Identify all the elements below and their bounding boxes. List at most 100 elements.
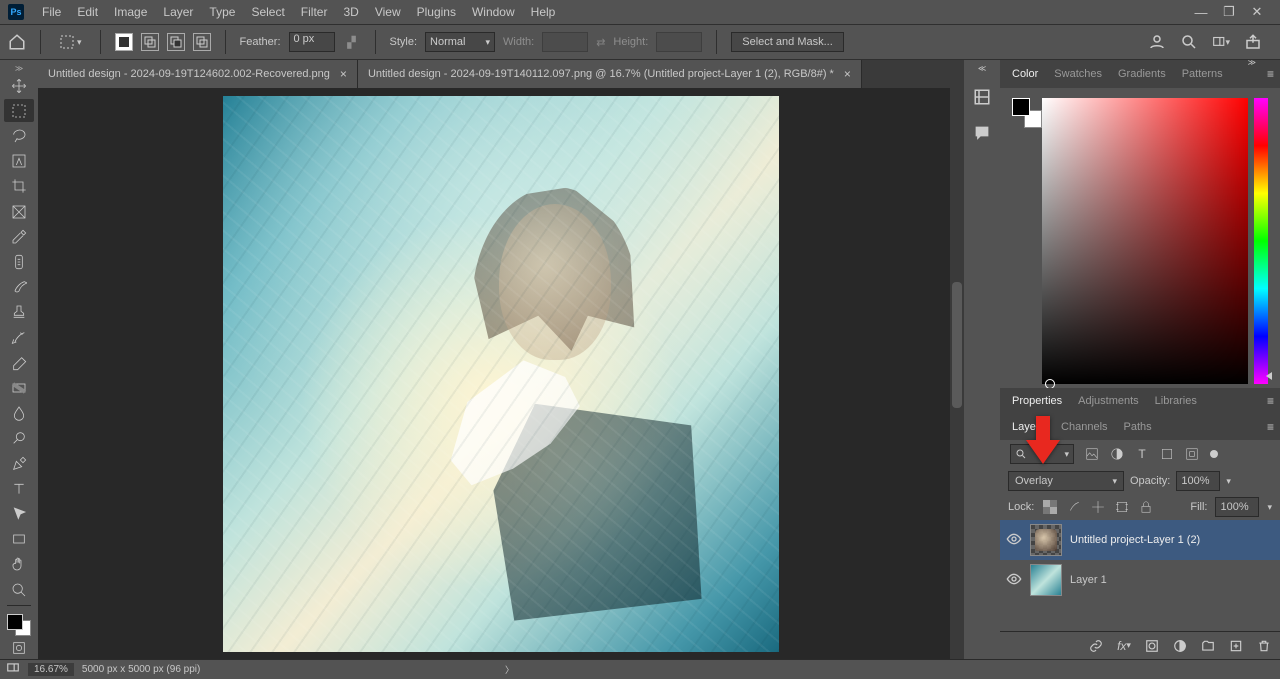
tab-close-icon[interactable]: × xyxy=(844,67,851,81)
layer-row[interactable]: Layer 1 xyxy=(1000,560,1280,600)
tool-preset-dropdown[interactable]: ▾ xyxy=(55,32,86,52)
maximize-button[interactable]: ❐ xyxy=(1222,5,1236,19)
stamp-tool[interactable] xyxy=(4,301,34,324)
tab-gradients[interactable]: Gradients xyxy=(1118,68,1166,80)
zoom-level[interactable]: 16.67% xyxy=(28,663,74,676)
layer-thumbnail[interactable] xyxy=(1030,564,1062,596)
select-and-mask-button[interactable]: Select and Mask... xyxy=(731,32,844,52)
group-layers-icon[interactable] xyxy=(1200,638,1216,654)
document-info-menu-icon[interactable]: 〉 xyxy=(505,663,514,676)
adjustment-layer-icon[interactable] xyxy=(1172,638,1188,654)
crop-tool[interactable] xyxy=(4,175,34,198)
tab-properties[interactable]: Properties xyxy=(1012,395,1062,407)
tab-adjustments[interactable]: Adjustments xyxy=(1078,395,1139,407)
rectangle-tool[interactable] xyxy=(4,528,34,551)
color-foreground-background-swatch[interactable] xyxy=(1012,98,1036,122)
document-info[interactable]: 5000 px x 5000 px (96 ppi) xyxy=(82,664,200,675)
menu-file[interactable]: File xyxy=(34,5,69,19)
tools-collapse-icon[interactable]: ≫ xyxy=(15,64,23,72)
minimize-button[interactable]: — xyxy=(1194,5,1208,19)
panel-menu-icon[interactable]: ≡ xyxy=(1267,67,1274,81)
selection-add-icon[interactable] xyxy=(141,33,159,51)
layer-style-icon[interactable]: fx▾ xyxy=(1116,638,1132,654)
tab-patterns[interactable]: Patterns xyxy=(1182,68,1223,80)
object-select-tool[interactable] xyxy=(4,150,34,173)
layer-row[interactable]: Untitled project-Layer 1 (2) xyxy=(1000,520,1280,560)
new-layer-icon[interactable] xyxy=(1228,638,1244,654)
document-tab[interactable]: Untitled design - 2024-09-19T140112.097.… xyxy=(358,60,862,88)
tab-swatches[interactable]: Swatches xyxy=(1054,68,1102,80)
delete-layer-icon[interactable] xyxy=(1256,638,1272,654)
layer-mask-icon[interactable] xyxy=(1144,638,1160,654)
cloud-docs-icon[interactable] xyxy=(1148,33,1166,51)
menu-window[interactable]: Window xyxy=(464,5,523,19)
document-tab[interactable]: Untitled design - 2024-09-19T124602.002-… xyxy=(38,60,358,88)
eraser-tool[interactable] xyxy=(4,351,34,374)
home-button[interactable] xyxy=(8,33,26,51)
link-layers-icon[interactable] xyxy=(1088,638,1104,654)
blur-tool[interactable] xyxy=(4,402,34,425)
vertical-scrollbar[interactable] xyxy=(950,88,964,659)
history-brush-tool[interactable] xyxy=(4,326,34,349)
selection-subtract-icon[interactable] xyxy=(167,33,185,51)
tab-paths[interactable]: Paths xyxy=(1124,421,1152,433)
antialias-icon[interactable]: ▞ xyxy=(343,33,361,51)
menu-type[interactable]: Type xyxy=(201,5,243,19)
blend-mode-select[interactable]: Overlay▾ xyxy=(1008,471,1124,491)
tab-close-icon[interactable]: × xyxy=(340,67,347,81)
layer-name[interactable]: Layer 1 xyxy=(1070,574,1107,586)
close-button[interactable]: ✕ xyxy=(1250,5,1264,19)
menu-filter[interactable]: Filter xyxy=(293,5,336,19)
menu-edit[interactable]: Edit xyxy=(69,5,106,19)
quick-mask-toggle[interactable] xyxy=(4,638,34,659)
lasso-tool[interactable] xyxy=(4,124,34,147)
menu-3d[interactable]: 3D xyxy=(335,5,366,19)
fill-input[interactable]: 100% xyxy=(1215,497,1259,517)
search-icon[interactable] xyxy=(1180,33,1198,51)
filter-shape-icon[interactable] xyxy=(1159,446,1175,462)
gradient-tool[interactable] xyxy=(4,376,34,399)
lock-pixels-icon[interactable] xyxy=(1066,499,1082,515)
panel-menu-icon[interactable]: ≡ xyxy=(1267,394,1274,408)
menu-plugins[interactable]: Plugins xyxy=(409,5,464,19)
screen-mode-icon[interactable] xyxy=(6,661,20,678)
filter-type-icon[interactable]: T xyxy=(1134,446,1150,462)
pen-tool[interactable] xyxy=(4,452,34,475)
menu-help[interactable]: Help xyxy=(523,5,564,19)
opacity-input[interactable]: 100% xyxy=(1176,471,1220,491)
color-hue-slider[interactable] xyxy=(1254,98,1268,384)
filter-adjustment-icon[interactable] xyxy=(1109,446,1125,462)
share-icon[interactable] xyxy=(1244,33,1262,51)
style-select[interactable]: Normal▾ xyxy=(425,32,495,52)
canvas-viewport[interactable] xyxy=(38,88,964,659)
menu-image[interactable]: Image xyxy=(106,5,155,19)
tab-libraries[interactable]: Libraries xyxy=(1155,395,1197,407)
history-panel-icon[interactable] xyxy=(970,85,994,109)
panel-menu-icon[interactable]: ≡ xyxy=(1267,420,1274,434)
type-tool[interactable] xyxy=(4,477,34,500)
tab-channels[interactable]: Channels xyxy=(1061,421,1107,433)
color-saturation-field[interactable] xyxy=(1042,98,1248,384)
filter-toggle-switch[interactable] xyxy=(1210,450,1218,458)
hand-tool[interactable] xyxy=(4,553,34,576)
zoom-tool[interactable] xyxy=(4,578,34,601)
expand-panels-icon[interactable]: ≪ xyxy=(978,64,986,73)
layer-thumbnail[interactable] xyxy=(1030,524,1062,556)
canvas[interactable] xyxy=(223,96,779,652)
menu-view[interactable]: View xyxy=(367,5,409,19)
selection-new-icon[interactable] xyxy=(115,33,133,51)
selection-intersect-icon[interactable] xyxy=(193,33,211,51)
lock-transparency-icon[interactable] xyxy=(1042,499,1058,515)
menu-layer[interactable]: Layer xyxy=(155,5,201,19)
menu-select[interactable]: Select xyxy=(243,5,292,19)
filter-pixel-icon[interactable] xyxy=(1084,446,1100,462)
dodge-tool[interactable] xyxy=(4,427,34,450)
brush-tool[interactable] xyxy=(4,276,34,299)
layer-visibility-toggle[interactable] xyxy=(1006,571,1022,590)
filter-smartobject-icon[interactable] xyxy=(1184,446,1200,462)
path-select-tool[interactable] xyxy=(4,502,34,525)
collapse-panels-icon[interactable]: ≫ xyxy=(1248,58,1256,67)
move-tool[interactable] xyxy=(4,74,34,97)
healing-tool[interactable] xyxy=(4,250,34,273)
lock-artboard-icon[interactable] xyxy=(1114,499,1130,515)
